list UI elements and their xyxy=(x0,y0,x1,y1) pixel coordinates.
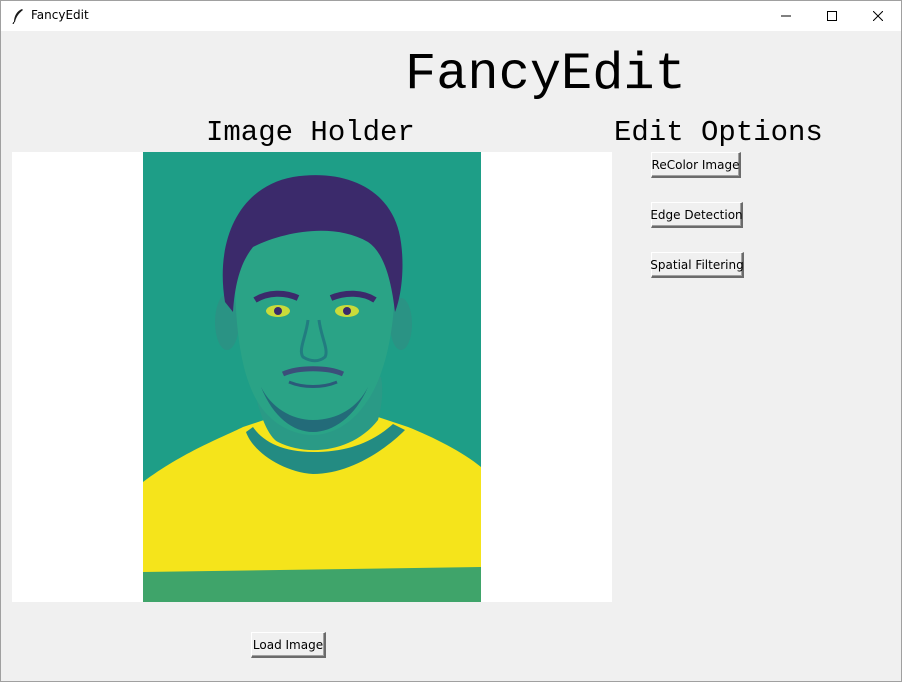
loaded-photo xyxy=(143,152,481,602)
minimize-icon xyxy=(781,15,791,17)
feather-icon xyxy=(11,8,25,25)
portrait-image xyxy=(143,152,481,602)
image-holder-heading: Image Holder xyxy=(206,116,415,149)
spatial-filtering-button[interactable]: Spatial Filtering xyxy=(650,252,744,278)
recolor-image-button[interactable]: ReColor Image xyxy=(651,152,741,178)
close-icon xyxy=(873,11,883,21)
edit-options-heading: Edit Options xyxy=(614,116,823,149)
maximize-button[interactable] xyxy=(809,1,855,31)
edge-detection-button[interactable]: Edge Detection xyxy=(650,202,743,228)
maximize-icon xyxy=(827,11,837,21)
title-bar: FancyEdit xyxy=(1,1,901,31)
app-heading: FancyEdit xyxy=(405,45,686,104)
load-image-button[interactable]: Load Image xyxy=(251,632,326,658)
app-window: FancyEdit FancyEdit Image Holder Edit Op… xyxy=(0,0,902,682)
window-title: FancyEdit xyxy=(31,8,89,22)
minimize-button[interactable] xyxy=(763,1,809,31)
close-button[interactable] xyxy=(855,1,901,31)
image-canvas xyxy=(12,152,612,602)
